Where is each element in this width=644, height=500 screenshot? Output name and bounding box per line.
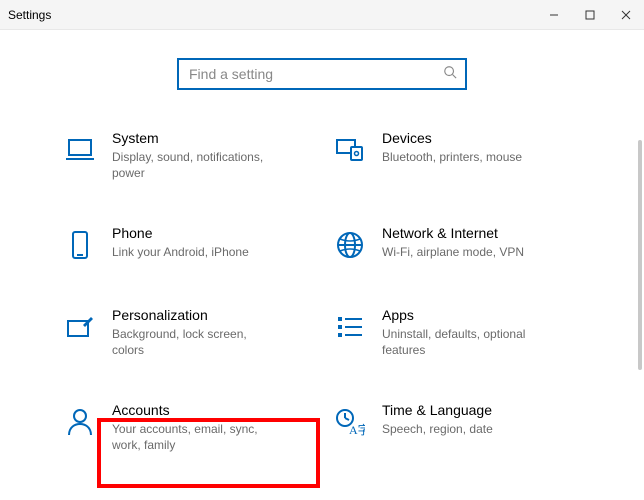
tile-apps[interactable]: Apps Uninstall, defaults, optional featu… [332, 307, 582, 358]
maximize-button[interactable] [572, 0, 608, 30]
tile-desc: Speech, region, date [382, 421, 493, 437]
phone-icon [62, 227, 98, 263]
tile-desc: Bluetooth, printers, mouse [382, 149, 522, 165]
tile-accounts[interactable]: Accounts Your accounts, email, sync, wor… [62, 402, 312, 453]
close-button[interactable] [608, 0, 644, 30]
search-input[interactable] [187, 65, 443, 83]
tile-label: Network & Internet [382, 225, 524, 242]
paint-icon [62, 309, 98, 345]
list-icon [332, 309, 368, 345]
tile-desc: Display, sound, notifications, power [112, 149, 282, 181]
tile-label: System [112, 130, 282, 147]
tile-phone[interactable]: Phone Link your Android, iPhone [62, 225, 312, 263]
tile-network[interactable]: Network & Internet Wi-Fi, airplane mode,… [332, 225, 582, 263]
tile-desc: Background, lock screen, colors [112, 326, 282, 358]
scrollbar[interactable] [638, 140, 642, 370]
settings-grid: System Display, sound, notifications, po… [52, 130, 592, 454]
tile-desc: Your accounts, email, sync, work, family [112, 421, 282, 453]
window-title: Settings [8, 8, 51, 22]
tile-label: Personalization [112, 307, 282, 324]
tile-label: Devices [382, 130, 522, 147]
tile-system[interactable]: System Display, sound, notifications, po… [62, 130, 312, 181]
search-icon [443, 65, 457, 84]
tile-personalization[interactable]: Personalization Background, lock screen,… [62, 307, 312, 358]
search-area [0, 30, 644, 110]
tile-label: Apps [382, 307, 552, 324]
titlebar: Settings [0, 0, 644, 30]
window-controls [536, 0, 644, 30]
globe-icon [332, 227, 368, 263]
tile-devices[interactable]: Devices Bluetooth, printers, mouse [332, 130, 582, 181]
devices-icon [332, 132, 368, 168]
tile-desc: Wi-Fi, airplane mode, VPN [382, 244, 524, 260]
search-box[interactable] [177, 58, 467, 90]
tile-desc: Link your Android, iPhone [112, 244, 249, 260]
tile-label: Phone [112, 225, 249, 242]
svg-text:A字: A字 [349, 422, 365, 436]
minimize-button[interactable] [536, 0, 572, 30]
tile-time-language[interactable]: A字 Time & Language Speech, region, date [332, 402, 582, 453]
tile-label: Accounts [112, 402, 282, 419]
laptop-icon [62, 132, 98, 168]
person-icon [62, 404, 98, 440]
tile-label: Time & Language [382, 402, 493, 419]
time-language-icon: A字 [332, 404, 368, 440]
tile-desc: Uninstall, defaults, optional features [382, 326, 552, 358]
